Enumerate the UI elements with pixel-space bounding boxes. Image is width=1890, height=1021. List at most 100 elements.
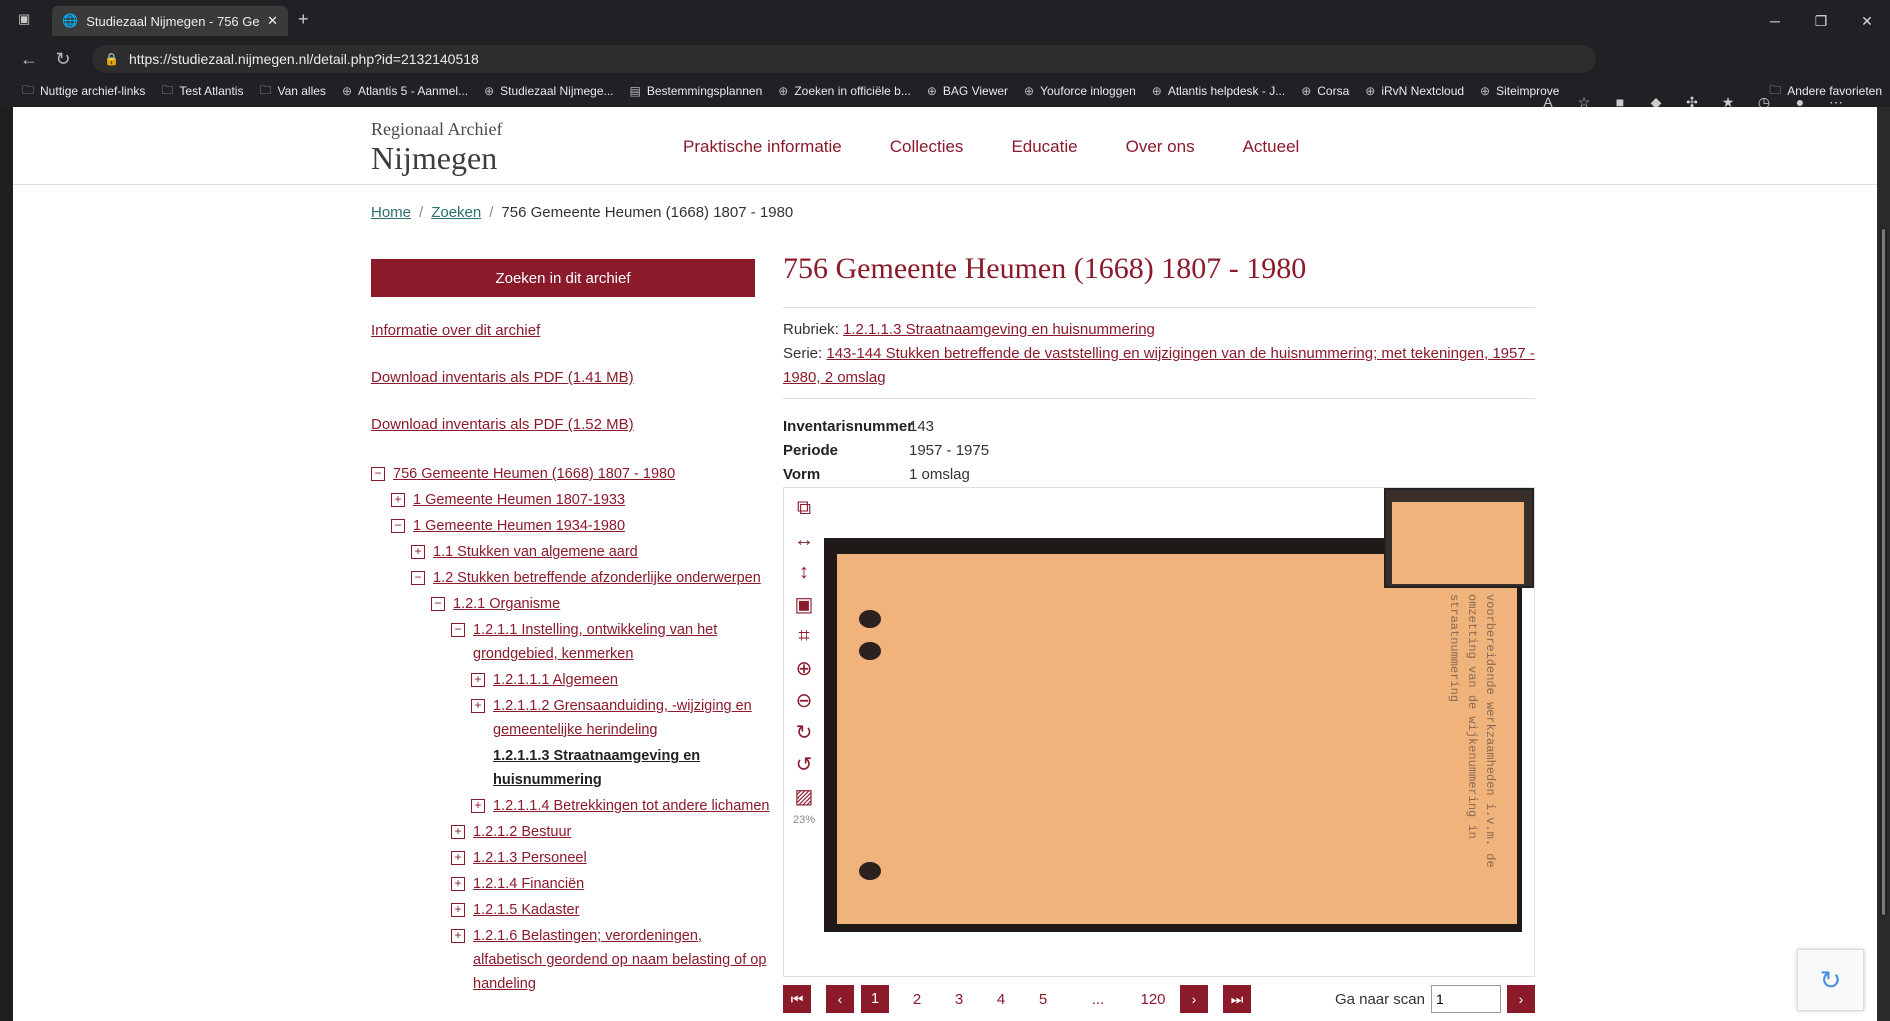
url-field[interactable]: 🔒 https://studiezaal.nijmegen.nl/detail.… xyxy=(92,45,1596,73)
rotate-left-icon[interactable]: ↺ xyxy=(789,750,819,778)
expand-icon[interactable]: + xyxy=(471,799,485,813)
tree-node[interactable]: −756 Gemeente Heumen (1668) 1807 - 1980 xyxy=(371,462,771,486)
bookmark-item[interactable]: 🗀 Van alles xyxy=(259,81,326,102)
page-number[interactable]: 1 xyxy=(861,985,889,1013)
save-icon[interactable]: ▣ xyxy=(789,590,819,618)
next-page-icon[interactable]: › xyxy=(1180,985,1208,1013)
other-favorites[interactable]: 🗀 Andere favorieten xyxy=(1769,81,1882,102)
back-icon[interactable]: ← xyxy=(12,42,46,76)
tree-node[interactable]: −1.2.1 Organisme xyxy=(431,592,771,616)
recaptcha-badge[interactable]: ↻ xyxy=(1797,949,1864,1011)
tree-node[interactable]: +1.1 Stukken van algemene aard xyxy=(411,540,771,564)
tree-node[interactable]: +1.2.1.2 Bestuur xyxy=(451,820,771,844)
goto-submit-icon[interactable]: › xyxy=(1507,985,1535,1013)
tree-node[interactable]: +1 Gemeente Heumen 1807-1933 xyxy=(391,488,771,512)
bookmark-item[interactable]: ⊕ iRvN Nextcloud xyxy=(1365,84,1464,98)
expand-icon[interactable]: + xyxy=(451,851,465,865)
record-properties: Inventarisnummer 143 Periode 1957 - 1975 V… xyxy=(783,415,1535,487)
bookmark-item[interactable]: ⊕ Atlantis helpdesk - J... xyxy=(1152,84,1285,98)
expand-icon[interactable]: + xyxy=(451,825,465,839)
page-number[interactable]: 2 xyxy=(896,991,938,1008)
download-pdf-link-2[interactable]: Download inventaris als PDF (1.52 MB) xyxy=(371,416,634,433)
fit-height-icon[interactable]: ↕ xyxy=(789,558,819,586)
bookmark-item[interactable]: ⊕ Siteimprove xyxy=(1480,84,1559,98)
breadcrumb-home[interactable]: Home xyxy=(371,204,411,221)
bookmark-item[interactable]: 🗀 Test Atlantis xyxy=(161,81,243,102)
page-number[interactable]: 3 xyxy=(938,991,980,1008)
scan-image[interactable]: voorbereidende werkzaamheden i.v.m. de o… xyxy=(837,554,1517,924)
last-page-number[interactable]: 120 xyxy=(1132,991,1174,1008)
goto-scan-input[interactable] xyxy=(1431,985,1501,1013)
first-page-icon[interactable]: ⏮ xyxy=(783,985,811,1013)
close-tab-icon[interactable]: ✕ xyxy=(267,13,278,29)
nav-collecties[interactable]: Collecties xyxy=(890,137,964,157)
collapse-icon[interactable]: − xyxy=(411,571,425,585)
tree-node[interactable]: +1.2.1.1.1 Algemeen xyxy=(471,668,771,692)
tree-node-label: 1.2.1.4 Financiën xyxy=(473,876,585,892)
tree-node[interactable]: −1 Gemeente Heumen 1934-1980 xyxy=(391,514,771,538)
refresh-icon[interactable]: ↻ xyxy=(46,42,80,76)
browser-tab[interactable]: 🌐 Studiezaal Nijmegen - 756 Gemee ✕ xyxy=(52,6,288,36)
page-number[interactable]: 4 xyxy=(980,991,1022,1008)
zoom-in-icon[interactable]: ⊕ xyxy=(789,654,819,682)
tree-node[interactable]: +1.2.1.4 Financiën xyxy=(451,872,771,896)
expand-icon[interactable]: + xyxy=(451,929,465,943)
expand-icon[interactable]: + xyxy=(451,877,465,891)
bookmark-item[interactable]: ⊕ Corsa xyxy=(1301,84,1349,98)
breadcrumb-search[interactable]: Zoeken xyxy=(431,204,481,221)
bookmark-item[interactable]: ⊕ Atlantis 5 - Aanmel... xyxy=(342,84,468,98)
crop-icon[interactable]: ⌗ xyxy=(789,622,819,650)
nav-actueel[interactable]: Actueel xyxy=(1243,137,1300,157)
scan-viewer[interactable]: ⧉ ↔ ↕ ▣ ⌗ ⊕ ⊖ ↻ ↺ ▨ 23% voorbereidende w… xyxy=(783,487,1535,977)
bookmark-item[interactable]: ⊕ Zoeken in officiële b... xyxy=(778,84,911,98)
bookmarks-bar: 🗀 Nuttige archief-links 🗀 Test Atlantis 🗀 V… xyxy=(0,78,1890,104)
bookmark-item[interactable]: ⊕ Youforce inloggen xyxy=(1024,84,1136,98)
minimize-icon[interactable]: ─ xyxy=(1752,0,1798,42)
navigator-thumbnail[interactable] xyxy=(1384,488,1534,588)
tree-node[interactable]: −1.2 Stukken betreffende afzonderlijke o… xyxy=(411,566,771,590)
scrollbar-thumb[interactable] xyxy=(1880,227,1887,917)
expand-icon[interactable]: + xyxy=(391,493,405,507)
archive-info-link[interactable]: Informatie over dit archief xyxy=(371,322,540,339)
nav-over-ons[interactable]: Over ons xyxy=(1126,137,1195,157)
rotate-right-icon[interactable]: ↻ xyxy=(789,718,819,746)
close-window-icon[interactable]: ✕ xyxy=(1844,0,1890,42)
restore-icon[interactable]: ❐ xyxy=(1798,0,1844,42)
page-number[interactable]: 5 xyxy=(1022,991,1064,1008)
expand-icon[interactable]: + xyxy=(451,903,465,917)
search-archive-button[interactable]: Zoeken in dit archief xyxy=(371,259,755,297)
bookmark-item[interactable]: ⊕ Studiezaal Nijmege... xyxy=(484,84,613,98)
collapse-icon[interactable]: − xyxy=(371,467,385,481)
image-icon[interactable]: ▨ xyxy=(789,782,819,810)
zoom-out-icon[interactable]: ⊖ xyxy=(789,686,819,714)
bookmark-item[interactable]: ▤ Bestemmingsplannen xyxy=(630,84,763,98)
nav-praktische-informatie[interactable]: Praktische informatie xyxy=(683,137,842,157)
expand-icon[interactable]: + xyxy=(471,699,485,713)
tree-node[interactable]: +1.2.1.5 Kadaster xyxy=(451,898,771,922)
open-external-icon[interactable]: ⧉ xyxy=(789,494,819,522)
tree-node[interactable]: +1.2.1.1.4 Betrekkingen tot andere licha… xyxy=(471,794,771,818)
last-page-icon[interactable]: ⏭ xyxy=(1223,985,1251,1013)
collapse-icon[interactable]: − xyxy=(431,597,445,611)
nav-educatie[interactable]: Educatie xyxy=(1011,137,1077,157)
serie-link[interactable]: 143-144 Stukken betreffende de vaststell… xyxy=(783,345,1535,386)
bookmark-item[interactable]: ⊕ BAG Viewer xyxy=(927,84,1008,98)
tree-node[interactable]: +1.2.1.3 Personeel xyxy=(451,846,771,870)
expand-icon[interactable]: + xyxy=(471,673,485,687)
tree-node[interactable]: +1.2.1.1.2 Grensaanduiding, -wijziging e… xyxy=(471,694,771,742)
expand-icon[interactable]: + xyxy=(411,545,425,559)
collapse-icon[interactable]: − xyxy=(451,623,465,637)
prev-page-icon[interactable]: ‹ xyxy=(826,985,854,1013)
bookmark-item[interactable]: 🗀 Nuttige archief-links xyxy=(22,81,145,102)
rubriek-link[interactable]: 1.2.1.1.3 Straatnaamgeving en huisnummer… xyxy=(843,321,1155,338)
download-pdf-link-1[interactable]: Download inventaris als PDF (1.41 MB) xyxy=(371,369,634,386)
tree-node[interactable]: +1.2.1.6 Belastingen; verordeningen, alf… xyxy=(451,924,771,996)
tab-actions-icon[interactable]: ▣ xyxy=(18,11,30,27)
site-logo[interactable]: Regionaal Archief Nijmegen xyxy=(371,119,502,176)
collapse-icon[interactable]: − xyxy=(391,519,405,533)
tree-node[interactable]: −1.2.1.1 Instelling, ontwikkeling van he… xyxy=(451,618,771,666)
page-scrollbar[interactable] xyxy=(1877,107,1890,1021)
fit-width-icon[interactable]: ↔ xyxy=(789,526,819,554)
new-tab-icon[interactable]: + xyxy=(298,9,309,30)
tree-node[interactable]: 1.2.1.1.3 Straatnaamgeving en huisnummer… xyxy=(471,744,771,792)
